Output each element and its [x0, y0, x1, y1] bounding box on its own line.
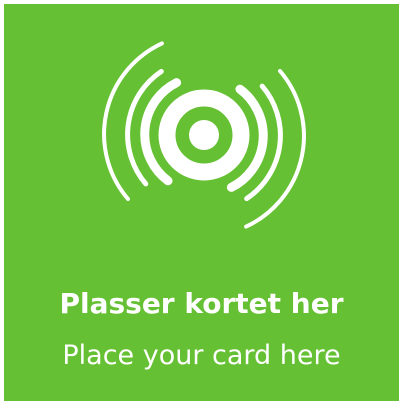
- instruction-norwegian: Plasser kortet her: [59, 287, 344, 320]
- contactless-reader-icon: [4, 4, 399, 274]
- card-reader-sign: Plasser kortet her Place your card here: [4, 4, 399, 401]
- contactless-signal-graphic: [102, 41, 306, 229]
- center-dot: [189, 120, 219, 150]
- outermost-arc-right: [244, 69, 306, 229]
- instruction-english: Place your card here: [62, 340, 341, 371]
- outermost-arc-left: [102, 41, 164, 201]
